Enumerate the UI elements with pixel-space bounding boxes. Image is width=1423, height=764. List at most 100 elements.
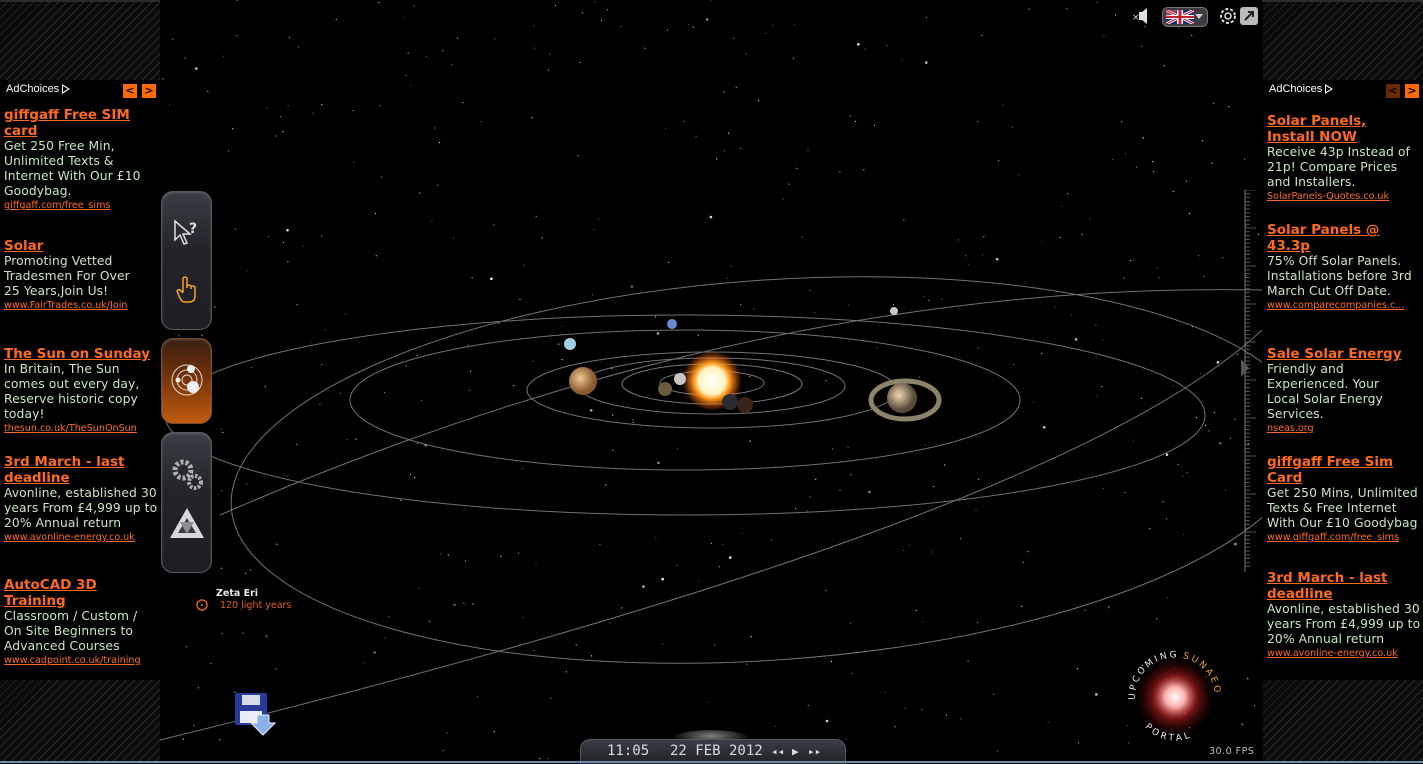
ad-item[interactable]: 3rd March - last deadline Avonline, esta…: [4, 454, 158, 544]
star: [765, 32, 767, 35]
solar-system-button[interactable]: [168, 361, 205, 398]
left-ad-panel: AdChoices < > giffgaff Free SIM card Get…: [0, 80, 160, 680]
star: [541, 237, 543, 239]
ad-title[interactable]: Solar: [4, 238, 158, 254]
star: [894, 726, 896, 728]
ad-item[interactable]: The Sun on Sunday In Britain, The Sun co…: [4, 346, 158, 435]
star: [845, 738, 847, 741]
star: [908, 544, 910, 546]
ad-title[interactable]: The Sun on Sunday: [4, 346, 158, 362]
star: [654, 316, 657, 318]
ad-next-button[interactable]: >: [1405, 84, 1419, 98]
ad-item[interactable]: Solar Promoting Vetted Tradesmen For Ove…: [4, 238, 158, 312]
rewind-button[interactable]: ◂◂: [771, 745, 784, 758]
star: [695, 135, 697, 137]
triangle-logo-icon: [170, 507, 204, 538]
ad-title[interactable]: Solar Panels @ 43.3p: [1267, 222, 1387, 254]
star: [612, 414, 614, 416]
ad-title[interactable]: 3rd March - last deadline: [4, 454, 134, 486]
star: [825, 380, 827, 382]
fast-forward-button[interactable]: ▸▸: [808, 745, 821, 758]
ad-url[interactable]: www.FairTrades.co.uk/Join: [4, 299, 158, 312]
star: [1002, 104, 1004, 106]
star: [1234, 542, 1237, 546]
ad-title[interactable]: AutoCAD 3D Training: [4, 577, 114, 609]
adchoices-link[interactable]: AdChoices: [6, 83, 71, 95]
star: [321, 104, 323, 106]
ad-url[interactable]: giffgaff.com/free_sims: [4, 199, 158, 212]
ad-item[interactable]: AutoCAD 3D Training Classroom / Custom /…: [4, 577, 158, 667]
language-select[interactable]: [1162, 7, 1208, 27]
star: [1076, 668, 1078, 670]
star: [977, 347, 979, 349]
language-flag-icon: [1166, 10, 1194, 24]
star: [683, 120, 685, 122]
ad-prev-button[interactable]: <: [1386, 84, 1400, 98]
star: [915, 609, 917, 612]
star: [228, 150, 230, 152]
ad-url[interactable]: thesun.co.uk/TheSunOnSun: [4, 422, 158, 435]
ad-url[interactable]: www.avonline-energy.co.uk: [4, 531, 158, 544]
star: [1081, 233, 1083, 235]
mute-speaker-icon[interactable]: ×: [1132, 8, 1150, 24]
star: [1213, 412, 1215, 414]
portal-word-upcoming: UPCOMING: [1128, 650, 1177, 700]
ad-item[interactable]: giffgaff Free Sim Card Get 250 Mins, Unl…: [1267, 454, 1421, 544]
star: [324, 329, 326, 331]
ad-title[interactable]: Solar Panels, Install NOW: [1267, 113, 1387, 145]
zoom-scale-ruler[interactable]: [1244, 189, 1256, 572]
star: [1149, 528, 1151, 530]
hand-pointer-button[interactable]: [168, 271, 205, 308]
star: [642, 585, 645, 588]
adchoices-link[interactable]: AdChoices: [1269, 83, 1334, 95]
ad-title[interactable]: 3rd March - last deadline: [1267, 570, 1397, 602]
sunaeon-portal-icon: UPCOMING SUNAEON PORTAL: [1110, 638, 1219, 744]
fullscreen-icon[interactable]: [1240, 7, 1258, 25]
ad-item[interactable]: Sale Solar Energy Friendly and Experienc…: [1267, 346, 1421, 435]
star: [922, 621, 924, 623]
ad-url[interactable]: www.cadpoint.co.uk/training: [4, 654, 158, 667]
current-date[interactable]: 22 FEB 2012: [670, 743, 763, 759]
ad-url[interactable]: SolarPanels-Quotes.co.uk: [1267, 190, 1421, 203]
star: [977, 622, 979, 624]
ad-prev-button[interactable]: <: [123, 84, 137, 98]
star: [1165, 453, 1169, 457]
ad-url[interactable]: www.avonline-energy.co.uk: [1267, 647, 1421, 660]
settings-button[interactable]: [168, 455, 205, 492]
star: [405, 365, 407, 367]
cursor-help-button[interactable]: ?: [168, 214, 205, 251]
solar-system-view[interactable]: [160, 0, 1262, 763]
sunaeon-portal-button[interactable]: UPCOMING SUNAEON PORTAL: [1110, 638, 1225, 745]
star: [1022, 561, 1024, 564]
about-button[interactable]: [168, 505, 205, 542]
star: [236, 35, 238, 37]
save-download-button[interactable]: [235, 693, 279, 737]
star: [923, 295, 925, 297]
ad-next-button[interactable]: >: [142, 84, 156, 98]
ad-item[interactable]: giffgaff Free SIM card Get 250 Free Min,…: [4, 107, 158, 212]
ad-item[interactable]: Solar Panels @ 43.3p 75% Off Solar Panel…: [1267, 222, 1421, 312]
ad-item[interactable]: Solar Panels, Install NOW Receive 43p In…: [1267, 113, 1421, 203]
star: [1182, 475, 1184, 477]
star: [1102, 487, 1105, 489]
collapse-panel-arrow-icon[interactable]: [1241, 359, 1249, 377]
ad-title[interactable]: giffgaff Free SIM card: [4, 107, 158, 139]
ad-item[interactable]: 3rd March - last deadline Avonline, esta…: [1267, 570, 1421, 660]
ad-title[interactable]: giffgaff Free Sim Card: [1267, 454, 1407, 486]
ad-title[interactable]: Sale Solar Energy: [1267, 346, 1421, 362]
star: [839, 489, 841, 491]
star: [806, 510, 808, 512]
svg-text:×: ×: [1132, 13, 1140, 23]
ad-url[interactable]: www.comparecompanies.c...: [1267, 299, 1421, 312]
star: [850, 622, 852, 624]
play-button[interactable]: ▶: [792, 745, 799, 758]
star: [355, 438, 357, 440]
star: [661, 577, 664, 581]
star: [1095, 693, 1098, 696]
current-time[interactable]: 11:05: [607, 743, 649, 759]
settings-camera-icon[interactable]: [1218, 6, 1238, 26]
star-label[interactable]: Zeta Eri 120 light years: [216, 588, 291, 611]
ad-url[interactable]: nseas.org: [1267, 422, 1421, 435]
ad-url[interactable]: www.giffgaff.com/free_sims: [1267, 531, 1421, 544]
star: [774, 725, 776, 728]
